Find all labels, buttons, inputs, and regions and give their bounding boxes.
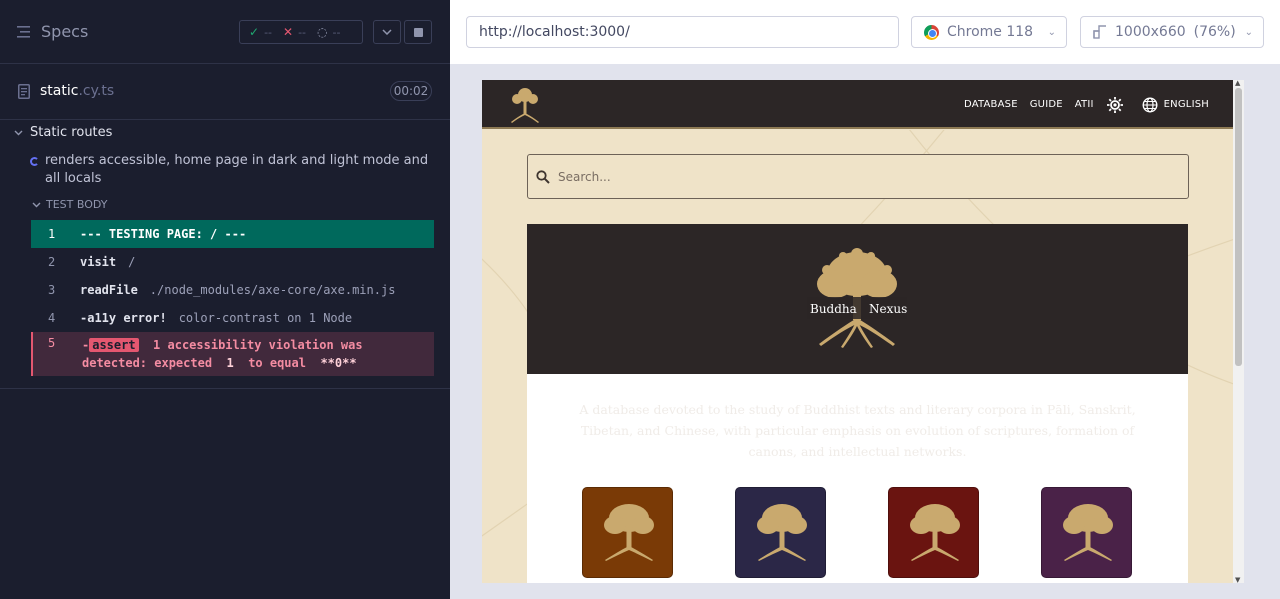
test-title[interactable]: renders accessible, home page in dark an… [30, 152, 430, 188]
command-message: ./node_modules/axe-core/axe.min.js [149, 283, 396, 297]
command-message: color-contrast on 1 Node [178, 311, 353, 325]
test-stats: ✓ -- ✕ -- ◌ -- [239, 20, 363, 44]
collection-tile-pali[interactable] [582, 487, 673, 578]
assert-error-message: - assert 1 accessibility violation was de… [82, 338, 363, 370]
specs-toggle[interactable]: Specs [17, 22, 88, 41]
site-description: A database devoted to the study of Buddh… [579, 402, 1136, 459]
logo-text-buddha: Buddha [810, 302, 857, 316]
divider [0, 388, 450, 389]
scrollbar-thumb[interactable] [1235, 88, 1242, 366]
chevron-down-icon [14, 130, 23, 135]
chevron-down-icon: ⌄ [1244, 26, 1253, 38]
options-dropdown-button[interactable] [373, 20, 401, 44]
site-search-input[interactable]: Search... [527, 154, 1189, 199]
tree-icon [604, 504, 654, 561]
test-body-toggle[interactable]: TEST BODY [32, 198, 107, 211]
globe-icon [1142, 96, 1158, 113]
command-method: readFile [80, 283, 138, 297]
running-spinner-icon [30, 157, 39, 166]
scroll-down-icon[interactable]: ▼ [1235, 576, 1240, 583]
search-icon [536, 169, 550, 184]
passed-stat: ✓ -- [249, 25, 273, 39]
chevron-down-icon: ⌄ [1047, 26, 1056, 38]
pending-icon: ◌ [317, 25, 328, 39]
tree-icon [757, 504, 807, 561]
nav-guide[interactable]: GUIDE [1030, 99, 1063, 110]
tree-icon [910, 504, 960, 561]
command-log-row-failed[interactable]: 5 - assert 1 accessibility violation was … [31, 332, 434, 376]
check-icon: ✓ [249, 25, 260, 39]
url-field[interactable]: http://localhost:3000/ [466, 16, 899, 48]
stop-icon [413, 27, 423, 37]
specs-label: Specs [41, 22, 89, 41]
stop-button[interactable] [404, 20, 432, 44]
browser-selector[interactable]: Chrome 118 ⌄ [911, 16, 1067, 48]
tree-logo-icon[interactable] [506, 86, 544, 124]
tree-icon [1063, 504, 1113, 561]
chevron-down-icon [382, 29, 392, 35]
collection-tile-chinese[interactable] [1041, 487, 1132, 578]
pending-stat: ◌ -- [317, 25, 341, 39]
home-card: Buddha Nexus A database devoted to the s… [527, 224, 1188, 583]
hero-banner: Buddha Nexus [527, 224, 1188, 374]
chevron-down-icon [32, 202, 41, 207]
menu-icon [17, 25, 30, 38]
command-log-row[interactable]: 3 readFile ./node_modules/axe-core/axe.m… [31, 276, 434, 304]
collection-tile-tibetan[interactable] [888, 487, 979, 578]
assert-badge: assert [89, 338, 139, 352]
command-log-row[interactable]: 2 visit / [31, 248, 434, 276]
spec-file-name: static.cy.ts [40, 83, 115, 99]
command-method: --- TESTING PAGE: / --- [80, 227, 247, 241]
site-navbar: DATABASE GUIDE ATII ENGLISH [482, 80, 1233, 129]
language-selector[interactable]: ENGLISH [1142, 96, 1209, 113]
logo-text-nexus: Nexus [869, 302, 907, 316]
command-log-row[interactable]: 4 -a11y error! color-contrast on 1 Node [31, 304, 434, 332]
site-iframe: DATABASE GUIDE ATII ENGLISH Search... Bu… [482, 80, 1244, 583]
spec-duration: 00:02 [390, 81, 432, 101]
aut-header: http://localhost:3000/ Chrome 118 ⌄ 1000… [450, 0, 1280, 64]
site-nav-items: DATABASE GUIDE ATII ENGLISH [964, 80, 1209, 129]
document-icon [18, 84, 30, 99]
theme-toggle-icon[interactable] [1106, 96, 1124, 114]
scroll-up-icon[interactable]: ▲ [1235, 80, 1240, 87]
failed-stat: ✕ -- [283, 25, 307, 39]
viewport-selector[interactable]: 1000x660 (76%) ⌄ [1080, 16, 1264, 48]
command-log-row[interactable]: 1 --- TESTING PAGE: / --- [31, 220, 434, 248]
nav-atii[interactable]: ATII [1075, 99, 1094, 110]
viewport-icon [1093, 25, 1106, 39]
command-message: / [128, 255, 136, 269]
spec-file-row[interactable]: static.cy.ts 00:02 [0, 64, 450, 120]
cypress-reporter: Specs ✓ -- ✕ -- ◌ -- static.cy.ts 00:02 Sta… [0, 0, 450, 599]
command-method: visit [80, 255, 117, 269]
iframe-scrollbar[interactable]: ▲ ▼ [1233, 80, 1244, 583]
chrome-icon [924, 24, 939, 40]
buddha-nexus-logo: Buddha Nexus [807, 248, 907, 348]
command-method: -a11y error! [80, 311, 167, 325]
nav-database[interactable]: DATABASE [964, 99, 1018, 110]
suite-title[interactable]: Static routes [14, 125, 112, 140]
reporter-header: Specs ✓ -- ✕ -- ◌ -- [0, 0, 450, 64]
x-icon: ✕ [283, 25, 294, 39]
collection-tile-sanskrit[interactable] [735, 487, 826, 578]
app-under-test-panel: http://localhost:3000/ Chrome 118 ⌄ 1000… [450, 0, 1280, 599]
